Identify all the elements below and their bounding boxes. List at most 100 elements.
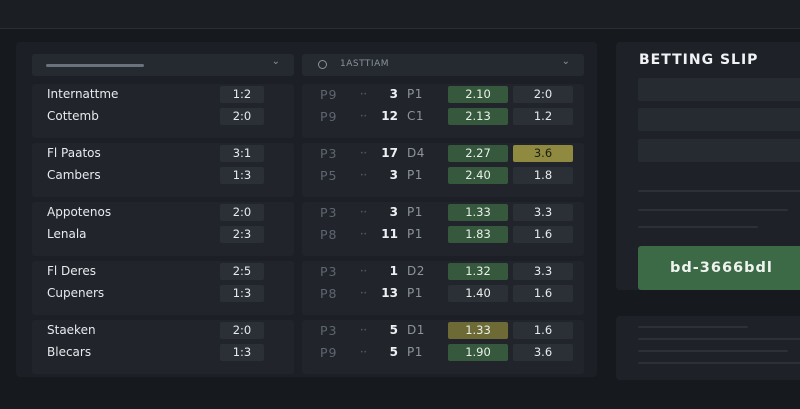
markets-dropdown[interactable]: 1ASTTIAM ⌄ — [302, 54, 584, 76]
match-teams[interactable]: Staeken 2:0 Blecars 1:3 — [32, 320, 294, 374]
summary-line — [638, 350, 788, 352]
home-team-score: 2:0 — [220, 204, 264, 221]
odds-button-secondary[interactable]: 1.2 — [513, 108, 573, 125]
minute-value: 1 — [389, 264, 398, 278]
minute-value: 11 — [381, 227, 398, 241]
match-markets: P3 •• 5 D1 1.33 1.6 P9 •• 5 P1 1.90 3.6 — [302, 320, 584, 374]
minute-value: 17 — [381, 146, 398, 160]
slip-summary-panel — [616, 316, 800, 380]
minute-value: 3 — [389, 87, 398, 101]
market-code: P1 — [407, 286, 423, 300]
period-label: P3 — [320, 264, 338, 279]
market-code: P1 — [407, 205, 423, 219]
period-label: P5 — [320, 168, 338, 183]
home-team-name: Appotenos — [47, 205, 112, 219]
odds-button-primary[interactable]: 2.10 — [448, 86, 508, 103]
period-label: P3 — [320, 146, 338, 161]
odds-button-primary[interactable]: 1.33 — [448, 204, 508, 221]
odds-button-secondary[interactable]: 3.3 — [513, 204, 573, 221]
minute-value: 13 — [381, 286, 398, 300]
match-markets: P9 •• 3 P1 2.10 2:0 P9 •• 12 C1 2.13 1.2 — [302, 84, 584, 138]
odds-button-primary[interactable]: 2.13 — [448, 108, 508, 125]
slip-divider — [638, 226, 758, 228]
odds-button-primary[interactable]: 1.32 — [448, 263, 508, 280]
match-teams[interactable]: Internattme 1:2 Cottemb 2:0 — [32, 84, 294, 138]
period-label: P8 — [320, 286, 338, 301]
home-team-name: Internattme — [47, 87, 119, 101]
home-team-score: 1:2 — [220, 86, 264, 103]
odds-button-primary[interactable]: 2.27 — [448, 145, 508, 162]
away-team-name: Blecars — [47, 345, 92, 359]
period-label: P9 — [320, 87, 338, 102]
period-label: P8 — [320, 227, 338, 242]
odds-button-primary[interactable]: 1.33 — [448, 322, 508, 339]
chevron-down-icon: ⌄ — [271, 56, 280, 67]
market-code: P1 — [407, 87, 423, 101]
summary-line — [638, 326, 748, 328]
minute-value: 5 — [389, 323, 398, 337]
odds-button-secondary[interactable]: 3.6 — [513, 344, 573, 361]
odds-button-primary[interactable]: 1.40 — [448, 285, 508, 302]
match-teams[interactable]: Fl Paatos 3:1 Cambers 1:3 — [32, 143, 294, 197]
slip-divider — [638, 209, 788, 211]
minute-value: 3 — [389, 168, 398, 182]
filter-placeholder-bar — [46, 64, 144, 67]
home-team-score: 2:0 — [220, 322, 264, 339]
summary-line — [638, 362, 800, 364]
betting-slip-title: BETTING SLIP — [639, 52, 759, 68]
odds-button-secondary[interactable]: 3.3 — [513, 263, 573, 280]
home-team-name: Staeken — [47, 323, 96, 337]
away-team-name: Cottemb — [47, 109, 99, 123]
slip-divider — [638, 190, 800, 192]
away-team-score: 1:3 — [220, 167, 264, 184]
match-teams[interactable]: Fl Deres 2:5 Cupeners 1:3 — [32, 261, 294, 315]
matches-filter-dropdown[interactable]: ⌄ — [32, 54, 294, 76]
odds-button-primary[interactable]: 2.40 — [448, 167, 508, 184]
market-code: D1 — [407, 323, 425, 337]
match-teams[interactable]: Appotenos 2:0 Lenala 2:3 — [32, 202, 294, 256]
away-team-name: Lenala — [47, 227, 87, 241]
top-bar — [0, 0, 800, 29]
period-label: P9 — [320, 109, 338, 124]
minute-value: 5 — [389, 345, 398, 359]
market-code: D2 — [407, 264, 425, 278]
home-team-score: 2:5 — [220, 263, 264, 280]
minute-value: 3 — [389, 205, 398, 219]
odds-button-secondary[interactable]: 3.6 — [513, 145, 573, 162]
away-team-score: 1:3 — [220, 285, 264, 302]
away-team-score: 2:0 — [220, 108, 264, 125]
market-code: D4 — [407, 146, 425, 160]
slip-field[interactable] — [638, 108, 800, 131]
summary-line — [638, 338, 800, 340]
match-markets: P3 •• 3 P1 1.33 3.3 P8 •• 11 P1 1.83 1.6 — [302, 202, 584, 256]
market-code: C1 — [407, 109, 425, 123]
away-team-name: Cambers — [47, 168, 101, 182]
period-label: P3 — [320, 323, 338, 338]
home-team-score: 3:1 — [220, 145, 264, 162]
home-team-name: Fl Deres — [47, 264, 96, 278]
period-label: P3 — [320, 205, 338, 220]
match-markets: P3 •• 17 D4 2.27 3.6 P5 •• 3 P1 2.40 1.8 — [302, 143, 584, 197]
markets-dropdown-label: 1ASTTIAM — [340, 59, 390, 69]
circle-icon — [318, 60, 327, 69]
odds-button-primary[interactable]: 1.83 — [448, 226, 508, 243]
home-team-name: Fl Paatos — [47, 146, 101, 160]
slip-field[interactable] — [638, 139, 800, 162]
away-team-score: 2:3 — [220, 226, 264, 243]
odds-button-primary[interactable]: 1.90 — [448, 344, 508, 361]
slip-field[interactable] — [638, 78, 800, 101]
chevron-down-icon: ⌄ — [561, 56, 570, 67]
odds-button-secondary[interactable]: 1.6 — [513, 285, 573, 302]
market-code: P1 — [407, 227, 423, 241]
odds-button-secondary[interactable]: 1.6 — [513, 322, 573, 339]
market-code: P1 — [407, 168, 423, 182]
odds-button-secondary[interactable]: 2:0 — [513, 86, 573, 103]
odds-button-secondary[interactable]: 1.8 — [513, 167, 573, 184]
match-markets: P3 •• 1 D2 1.32 3.3 P8 •• 13 P1 1.40 1.6 — [302, 261, 584, 315]
away-team-score: 1:3 — [220, 344, 264, 361]
minute-value: 12 — [381, 109, 398, 123]
slip-code-button[interactable]: bd-3666bdl — [638, 246, 800, 290]
market-code: P1 — [407, 345, 423, 359]
period-label: P9 — [320, 345, 338, 360]
odds-button-secondary[interactable]: 1.6 — [513, 226, 573, 243]
